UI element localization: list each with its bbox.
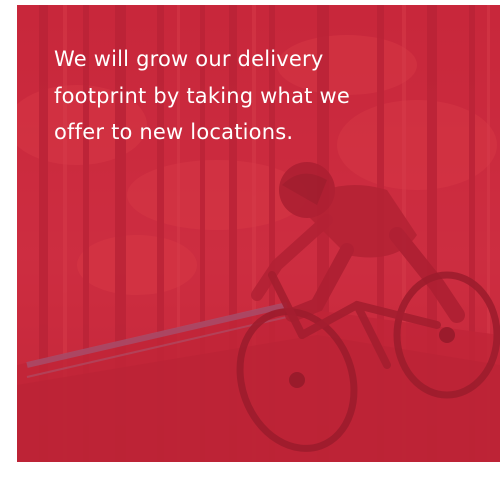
promo-headline: We will grow our delivery footprint by t… xyxy=(54,47,350,144)
promo-card: We will grow our delivery footprint by t… xyxy=(17,5,500,462)
